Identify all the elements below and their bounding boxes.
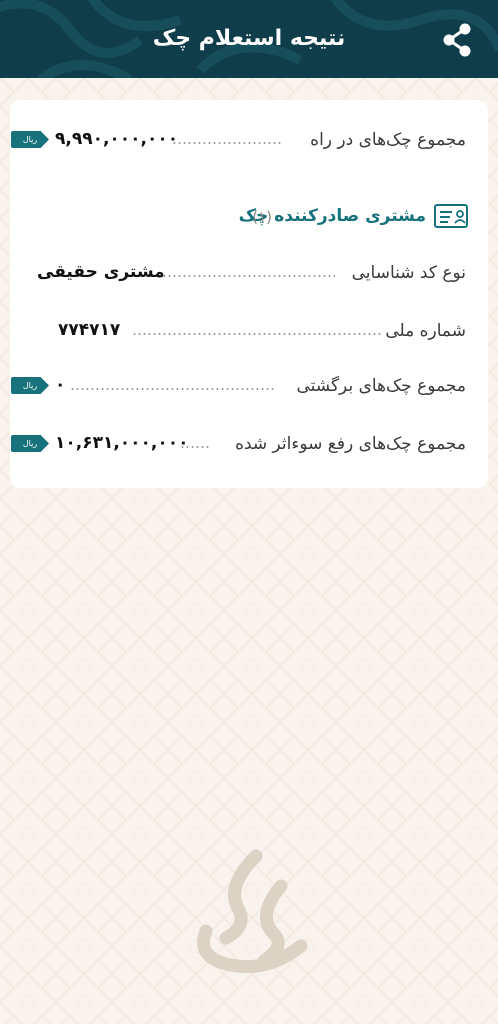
share-icon bbox=[443, 23, 471, 57]
currency-badge: ریال bbox=[11, 131, 49, 148]
app-header: نتیجه استعلام چک bbox=[0, 0, 498, 78]
national-id-value: ۷۷۴۷۱۷ bbox=[58, 320, 121, 340]
bounced-checks-row: مجموع چک‌های برگشتی ۰ ریال bbox=[10, 368, 488, 404]
share-button[interactable] bbox=[437, 20, 477, 60]
issuer-section-title: مشتری صادرکننده چک (۱) bbox=[188, 201, 468, 231]
id-type-value: مشتری حقیقی bbox=[37, 262, 165, 282]
currency-badge: ریال bbox=[11, 377, 49, 394]
leader-dots bbox=[157, 275, 335, 277]
national-id-row: شماره ملی ۷۷۴۷۱۷ bbox=[10, 313, 488, 349]
leader-dots bbox=[132, 333, 382, 335]
in-transit-row: مجموع چک‌های در راه ۹,۹۹۰,۰۰۰,۰۰۰ ریال bbox=[10, 122, 488, 158]
national-id-label: شماره ملی bbox=[385, 321, 466, 341]
result-card: مجموع چک‌های در راه ۹,۹۹۰,۰۰۰,۰۰۰ ریال م… bbox=[10, 100, 488, 488]
id-type-row: نوع کد شناسایی مشتری حقیقی bbox=[10, 255, 488, 291]
bounced-checks-value: ۰ bbox=[55, 375, 66, 395]
leader-dots bbox=[70, 388, 276, 390]
cleared-checks-value: ۱۰,۶۳۱,۰۰۰,۰۰۰ bbox=[55, 433, 189, 453]
issuer-section-count: (۱) bbox=[252, 208, 272, 226]
leader-dots bbox=[172, 142, 282, 144]
id-card-icon bbox=[434, 204, 468, 228]
in-transit-label: مجموع چک‌های در راه bbox=[310, 130, 466, 150]
page-title: نتیجه استعلام چک bbox=[152, 26, 346, 51]
cleared-checks-label: مجموع چک‌های رفع سوءاثر شده bbox=[235, 434, 466, 454]
in-transit-value: ۹,۹۹۰,۰۰۰,۰۰۰ bbox=[55, 129, 179, 149]
currency-badge: ریال bbox=[11, 435, 49, 452]
id-type-label: نوع کد شناسایی bbox=[351, 263, 466, 283]
bounced-checks-label: مجموع چک‌های برگشتی bbox=[296, 376, 467, 396]
cleared-checks-row: مجموع چک‌های رفع سوءاثر شده ۱۰,۶۳۱,۰۰۰,۰… bbox=[10, 426, 488, 462]
app-logo-watermark bbox=[197, 849, 308, 974]
